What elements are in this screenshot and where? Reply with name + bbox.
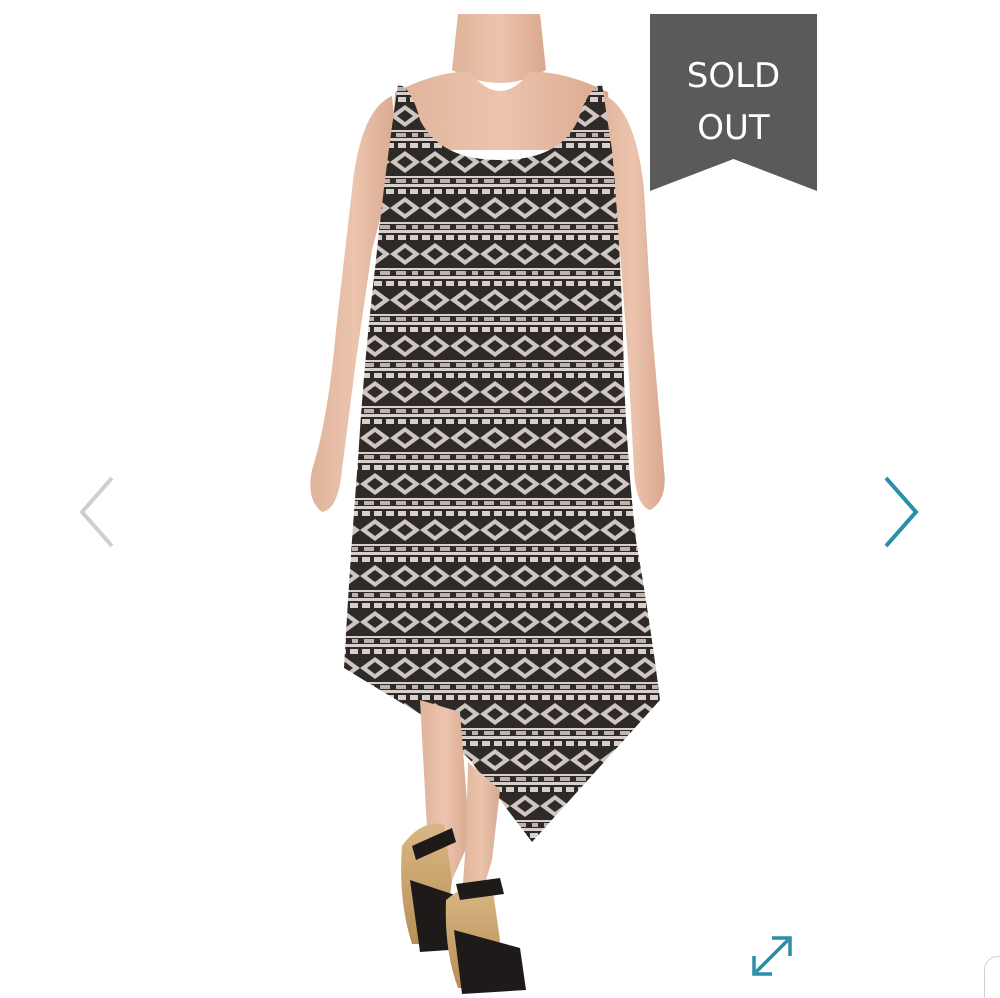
sold-out-line-1: SOLD	[686, 56, 781, 96]
previous-image-button[interactable]	[72, 470, 122, 554]
chevron-right-icon	[884, 476, 919, 548]
sold-out-text: SOLD OUT	[650, 50, 817, 154]
expand-arrows-icon	[752, 936, 792, 976]
chevron-left-icon	[79, 476, 114, 548]
scroll-thumb[interactable]	[984, 956, 1000, 998]
expand-image-button[interactable]	[748, 932, 796, 980]
product-photo	[310, 14, 665, 994]
product-image-viewer: SOLD OUT	[0, 0, 1000, 998]
next-image-button[interactable]	[876, 470, 926, 554]
sold-out-line-2: OUT	[697, 108, 770, 148]
sold-out-badge: SOLD OUT	[650, 14, 817, 191]
